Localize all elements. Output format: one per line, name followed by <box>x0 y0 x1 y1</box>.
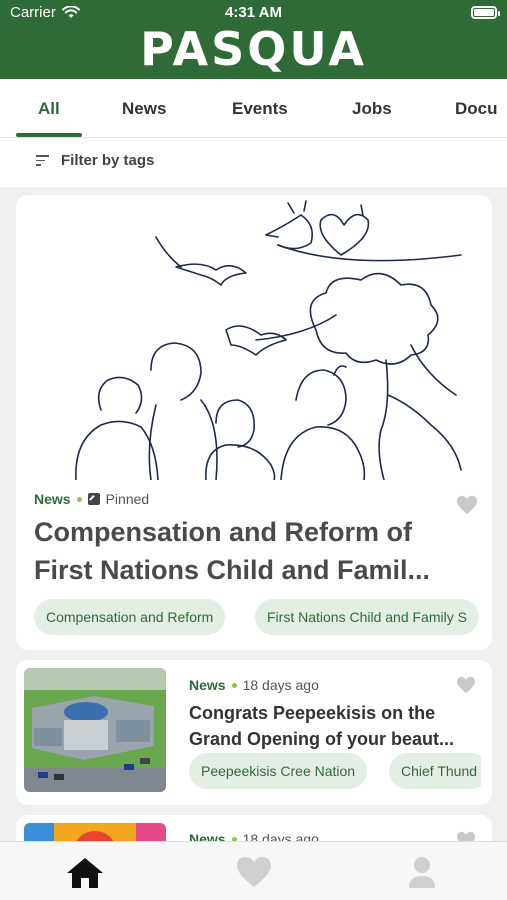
heart-icon[interactable] <box>456 676 476 694</box>
home-icon[interactable] <box>65 854 105 890</box>
feed-card-title: Compensation and Reform of First Nations… <box>34 513 474 589</box>
filter-label: Filter by tags <box>61 152 155 169</box>
feed-card-illustration <box>75 200 462 480</box>
person-icon[interactable] <box>402 854 442 890</box>
feed-card-title: Congrats Peepeekisis on the Grand Openin… <box>189 700 479 752</box>
category-label: News <box>189 677 226 693</box>
tab-jobs[interactable]: Jobs <box>352 99 392 119</box>
tab-documents[interactable]: Docu <box>455 99 498 119</box>
feed-card-meta: News 18 days ago <box>189 677 319 693</box>
pinned-label: Pinned <box>105 491 150 507</box>
app-header: Carrier 4:31 AM PASQUA <box>0 0 507 79</box>
tag-chip[interactable]: Peepeekisis Cree Nation <box>189 753 368 789</box>
title-line: Grand Opening of your beaut... <box>189 729 455 749</box>
category-label: News <box>34 491 71 507</box>
title-line: Congrats Peepeekisis on the <box>189 703 436 723</box>
title-line: First Nations Child and Famil... <box>34 555 431 585</box>
filter-lines-icon <box>36 155 49 167</box>
feed-card-pinned[interactable]: News Pinned Compensation and Reform of F… <box>16 195 492 650</box>
status-time: 4:31 AM <box>225 4 282 21</box>
separator-dot <box>231 682 237 688</box>
filter-bar[interactable]: Filter by tags <box>0 137 507 187</box>
tab-news[interactable]: News <box>122 99 166 119</box>
heart-icon[interactable] <box>456 495 478 515</box>
separator-dot <box>76 496 82 502</box>
tag-chip[interactable]: First Nations Child and Family S <box>255 599 479 635</box>
category-tabs: All News Events Jobs Docu <box>0 79 507 137</box>
tag-row: Peepeekisis Cree Nation Chief Thund <box>189 753 481 789</box>
timestamp: 18 days ago <box>242 677 319 693</box>
pin-icon <box>87 493 100 505</box>
status-bar: Carrier 4:31 AM <box>0 4 507 24</box>
app-logo: PASQUA <box>140 22 367 76</box>
bottom-tab-bar <box>0 841 507 900</box>
battery-icon <box>471 6 500 19</box>
feed-card-meta: News Pinned <box>34 491 149 507</box>
tag-chip[interactable]: Chief Thund <box>389 753 481 789</box>
tab-events[interactable]: Events <box>232 99 288 119</box>
tab-all[interactable]: All <box>38 99 60 119</box>
title-line: Compensation and Reform of <box>34 517 413 547</box>
tag-chip[interactable]: Compensation and Reform <box>34 599 226 635</box>
tag-row: Compensation and Reform First Nations Ch… <box>34 599 480 635</box>
feed-card[interactable]: News 18 days ago Congrats Peepeekisis on… <box>16 660 492 805</box>
feed-card-thumbnail <box>24 668 166 792</box>
heart-icon[interactable] <box>234 854 274 890</box>
